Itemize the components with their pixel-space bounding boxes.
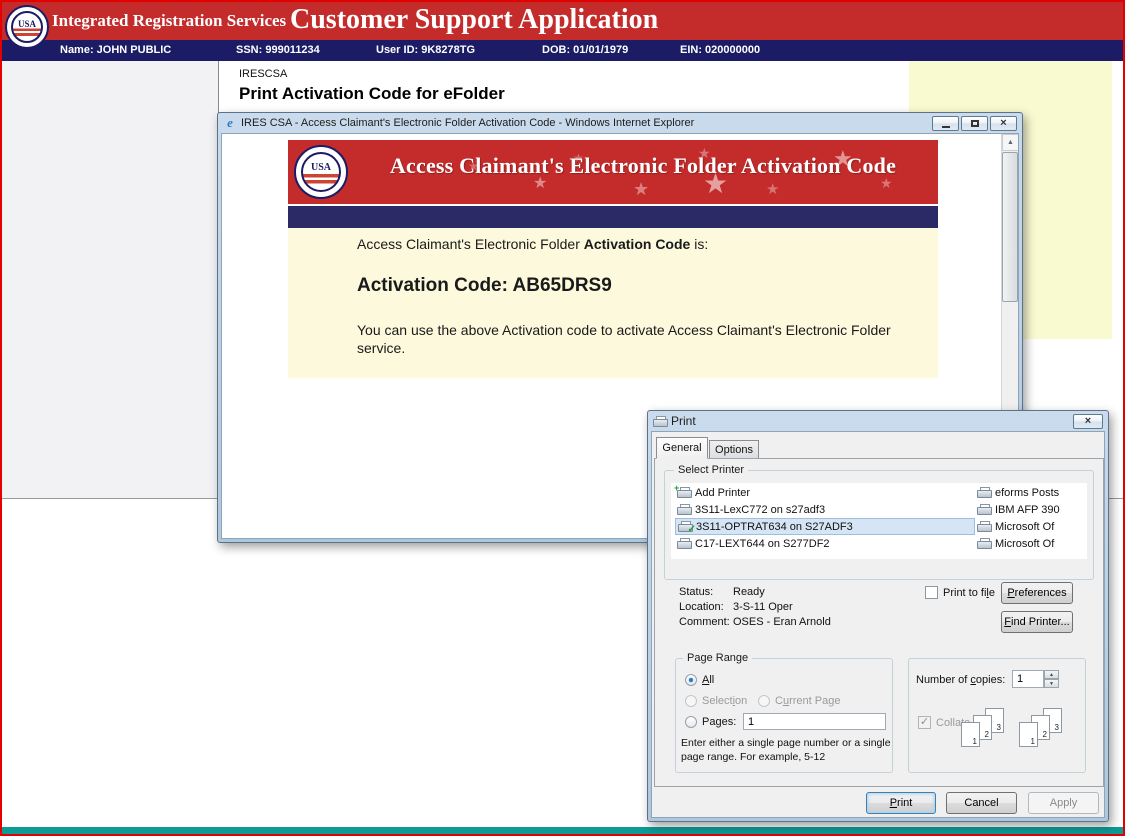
printer-item-add-printer[interactable]: + Add Printer <box>675 484 975 501</box>
apply-button[interactable]: Apply <box>1028 792 1099 814</box>
printer-icon <box>977 504 991 515</box>
pages-label: Pages: <box>702 716 736 728</box>
printer-item-lexc772[interactable]: 3S11-LexC772 on s27adf3 <box>675 501 975 518</box>
print-dialog-title: Print <box>671 414 1067 428</box>
activation-instructions: You can use the above Activation code to… <box>357 321 915 357</box>
bottom-status-strip <box>2 827 1123 834</box>
print-to-file-label: Print to file <box>943 587 995 599</box>
close-icon: × <box>1085 416 1091 427</box>
printer-icon <box>977 521 991 532</box>
location-label: Location: <box>679 601 724 613</box>
printer-item-microsoft-1[interactable]: Microsoft Of <box>975 518 1085 535</box>
ie-icon: e <box>223 115 237 131</box>
maximize-button[interactable] <box>961 116 988 131</box>
current-page-label: Current Page <box>775 695 840 707</box>
printer-list: + Add Printer eforms Posts 3S11-LexC772 … <box>671 483 1087 559</box>
scroll-up-icon[interactable]: ▲ <box>1002 134 1019 151</box>
printer-item-eforms[interactable]: eforms Posts <box>975 484 1085 501</box>
pages-radio[interactable] <box>685 716 697 728</box>
printer-icon <box>677 538 691 549</box>
page-range-hint: Enter either a single page number or a s… <box>681 737 891 764</box>
close-icon: × <box>1000 118 1006 129</box>
collate-pages-icon: 3 2 1 <box>961 708 1007 752</box>
user-dob: DOB: 01/01/1979 <box>542 44 628 56</box>
select-printer-legend: Select Printer <box>674 464 748 476</box>
navy-stripe <box>288 206 938 228</box>
banner-title: Access Claimant's Electronic Folder Acti… <box>352 153 934 179</box>
default-printer-icon: ✓ <box>678 521 692 532</box>
print-dialog-body: General Options Select Printer + Add Pri… <box>651 431 1105 818</box>
printer-row: C17-LEXT644 on S277DF2 Microsoft Of <box>675 535 1085 552</box>
print-to-file-checkbox[interactable] <box>925 586 938 599</box>
ssa-seal-icon: USA <box>294 145 348 199</box>
activation-banner: ★ ★ ★ ★ ★ ★ ★ ★ ★ USA Access Claimant's … <box>288 140 938 204</box>
activation-code-intro: Access Claimant's Electronic Folder Acti… <box>357 236 708 252</box>
find-printer-button[interactable]: Find Printer... <box>1001 611 1073 633</box>
comment-value: OSES - Eran Arnold <box>733 616 831 628</box>
star-icon: ★ <box>633 180 649 198</box>
status-label: Status: <box>679 586 713 598</box>
printer-icon <box>653 416 667 427</box>
maximize-icon <box>971 120 979 127</box>
minimize-icon <box>942 126 950 128</box>
printer-row: 3S11-LexC772 on s27adf3 IBM AFP 390 <box>675 501 1085 518</box>
print-dialog: Print × General Options Select Printer +… <box>647 410 1109 822</box>
ssa-logo-icon: USA <box>5 5 49 49</box>
app-header: Integrated Registration Services Custome… <box>2 2 1123 40</box>
cancel-button[interactable]: Cancel <box>946 792 1017 814</box>
page-range-legend: Page Range <box>683 652 752 664</box>
copies-input[interactable] <box>1012 670 1044 688</box>
ie-titlebar[interactable]: e IRES CSA - Access Claimant's Electroni… <box>221 113 1019 133</box>
preferences-button[interactable]: Preferences <box>1001 582 1073 604</box>
star-icon: ★ <box>766 182 779 197</box>
collate-pages-icon: 3 2 1 <box>1019 708 1065 752</box>
status-value: Ready <box>733 586 765 598</box>
tab-general[interactable]: General <box>656 437 708 459</box>
user-name: Name: JOHN PUBLIC <box>60 44 171 56</box>
user-ein: EIN: 020000000 <box>680 44 760 56</box>
printer-item-optrat634-selected[interactable]: ✓ 3S11-OPTRAT634 on S27ADF3 <box>675 518 975 535</box>
printer-icon <box>977 487 991 498</box>
copies-spinner: ▲ ▼ <box>1012 670 1060 688</box>
selection-radio[interactable] <box>685 695 697 707</box>
printer-item-lext644[interactable]: C17-LEXT644 on S277DF2 <box>675 535 975 552</box>
user-ssn: SSN: 999011234 <box>236 44 320 56</box>
app-title: Customer Support Application <box>290 4 658 36</box>
printer-icon <box>977 538 991 549</box>
printer-item-microsoft-2[interactable]: Microsoft Of <box>975 535 1085 552</box>
printer-row: + Add Printer eforms Posts <box>675 484 1085 501</box>
scrollbar-thumb[interactable] <box>1002 152 1018 302</box>
page-title: Print Activation Code for eFolder <box>239 84 505 104</box>
tab-options[interactable]: Options <box>709 440 759 459</box>
selection-label: Selection <box>702 695 747 707</box>
spin-up-icon[interactable]: ▲ <box>1044 670 1059 679</box>
ie-window-title: IRES CSA - Access Claimant's Electronic … <box>241 117 926 129</box>
print-button[interactable]: Print <box>866 792 936 814</box>
user-info-bar: Name: JOHN PUBLIC SSN: 999011234 User ID… <box>2 40 1123 61</box>
print-dialog-close-button[interactable]: × <box>1073 414 1103 429</box>
minimize-button[interactable] <box>932 116 959 131</box>
all-label: All <box>702 674 714 686</box>
breadcrumb: IRESCSA <box>239 68 287 80</box>
printer-row: ✓ 3S11-OPTRAT634 on S27ADF3 Microsoft Of <box>675 518 1085 535</box>
pages-input[interactable] <box>743 713 886 730</box>
collate-checkbox[interactable]: ✓ <box>918 716 931 729</box>
number-of-copies-label: Number of copies: <box>916 674 1005 686</box>
printer-icon <box>677 504 691 515</box>
comment-label: Comment: <box>679 616 730 628</box>
screen: Integrated Registration Services Custome… <box>0 0 1125 836</box>
current-page-radio[interactable] <box>758 695 770 707</box>
spin-down-icon[interactable]: ▼ <box>1044 679 1059 688</box>
close-button[interactable]: × <box>990 116 1017 131</box>
user-id: User ID: 9K8278TG <box>376 44 475 56</box>
add-printer-icon: + <box>677 487 691 498</box>
brand-title: Integrated Registration Services <box>52 11 286 31</box>
activation-code-value: Activation Code: AB65DRS9 <box>357 275 612 297</box>
print-dialog-titlebar[interactable]: Print × <box>651 411 1105 431</box>
activation-message-panel: Access Claimant's Electronic Folder Acti… <box>288 228 938 378</box>
location-value: 3-S-11 Oper <box>733 601 793 613</box>
sidebar <box>2 61 218 498</box>
all-radio[interactable] <box>685 674 697 686</box>
printer-item-ibm-afp[interactable]: IBM AFP 390 <box>975 501 1085 518</box>
